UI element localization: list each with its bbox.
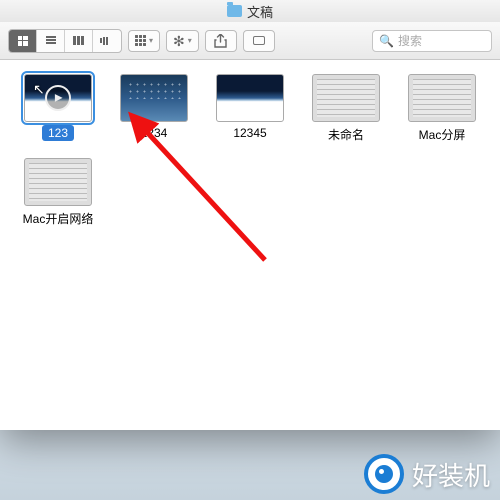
file-item[interactable]: ↖ 123 xyxy=(22,74,94,144)
file-thumbnail xyxy=(408,74,476,122)
file-item[interactable]: 1234 xyxy=(118,74,190,144)
share-icon xyxy=(214,34,227,48)
file-item[interactable]: 未命名 xyxy=(310,74,382,144)
file-thumbnail xyxy=(312,74,380,122)
share-button[interactable] xyxy=(205,30,237,52)
file-thumbnail xyxy=(120,74,188,122)
file-thumbnail xyxy=(24,158,92,206)
search-field[interactable]: 🔍 xyxy=(372,30,492,52)
file-item[interactable]: Mac开启网络 xyxy=(22,158,94,228)
coverflow-view-button[interactable] xyxy=(93,30,121,52)
file-label: Mac分屏 xyxy=(413,125,472,144)
file-label: Mac开启网络 xyxy=(17,209,100,228)
finder-window: 文稿 ▾ ✻ ▾ xyxy=(0,0,500,430)
gear-icon: ✻ xyxy=(173,34,185,48)
watermark-text: 好装机 xyxy=(412,456,490,493)
view-mode-group xyxy=(8,29,122,53)
file-label: 未命名 xyxy=(322,125,370,144)
tag-icon xyxy=(253,36,265,45)
arrange-icon xyxy=(135,35,146,46)
file-label: 1234 xyxy=(135,125,174,141)
column-view-button[interactable] xyxy=(65,30,93,52)
file-thumbnail: ↖ xyxy=(24,74,92,122)
window-title: 文稿 xyxy=(247,2,273,21)
columns-icon xyxy=(73,36,85,45)
watermark: 好装机 xyxy=(364,454,490,494)
grid-icon xyxy=(18,36,28,46)
watermark-logo xyxy=(364,454,404,494)
toolbar: ▾ ✻ ▾ 🔍 xyxy=(0,22,500,60)
titlebar[interactable]: 文稿 xyxy=(0,0,500,22)
action-button[interactable]: ✻ ▾ xyxy=(166,30,199,52)
file-label: 123 xyxy=(42,125,74,141)
folder-icon xyxy=(227,5,242,17)
arrange-button[interactable]: ▾ xyxy=(128,30,160,52)
tags-button[interactable] xyxy=(243,30,275,52)
chevron-down-icon: ▾ xyxy=(149,36,153,45)
list-icon xyxy=(46,36,56,45)
file-label: 12345 xyxy=(227,125,272,141)
file-item[interactable]: Mac分屏 xyxy=(406,74,478,144)
search-input[interactable] xyxy=(398,34,485,48)
chevron-down-icon: ▾ xyxy=(188,36,192,45)
search-icon: 🔍 xyxy=(379,34,394,48)
coverflow-icon xyxy=(100,36,114,45)
icon-view-button[interactable] xyxy=(9,30,37,52)
file-thumbnail xyxy=(216,74,284,122)
file-item[interactable]: 12345 xyxy=(214,74,286,144)
cursor-icon: ↖ xyxy=(33,81,45,98)
list-view-button[interactable] xyxy=(37,30,65,52)
file-grid[interactable]: ↖ 123 1234 12345 未命名 Mac分屏 Mac开启网络 xyxy=(0,60,500,430)
